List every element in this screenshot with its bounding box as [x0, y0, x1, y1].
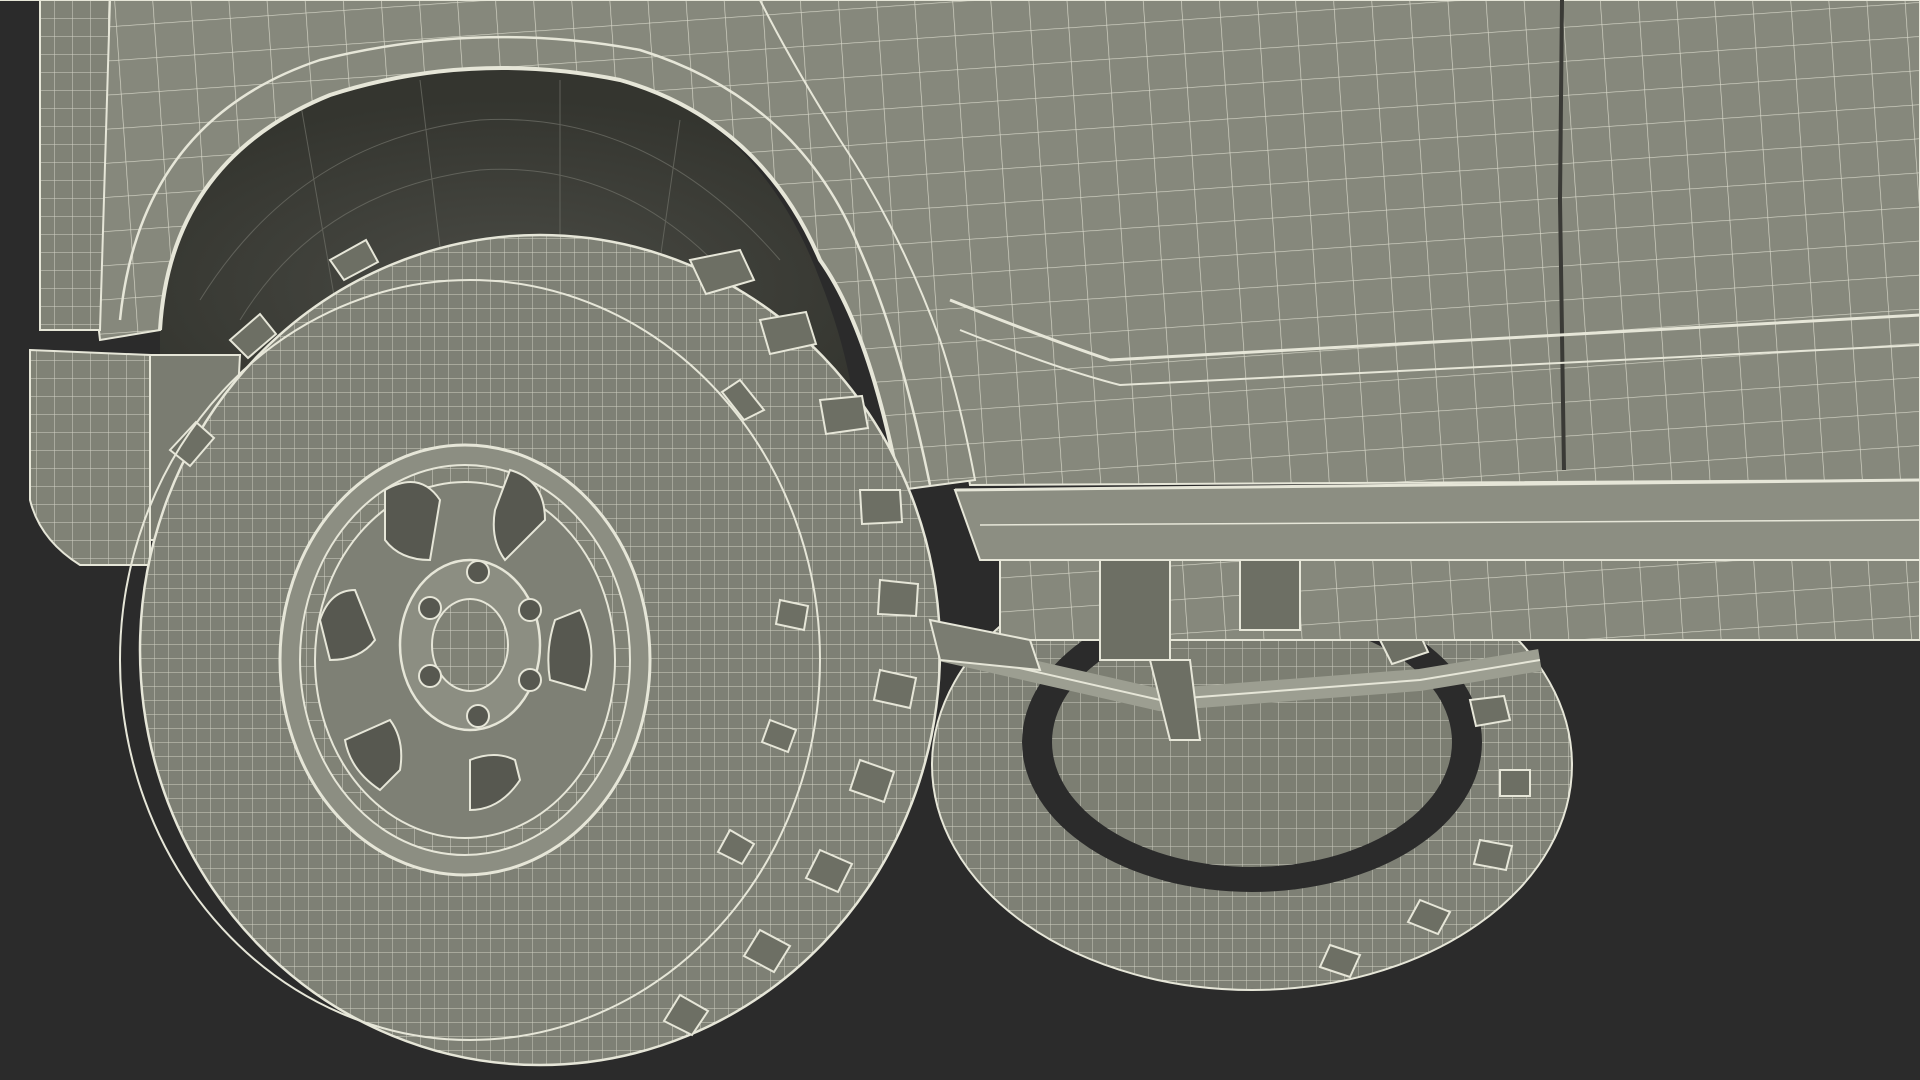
front-wheel-rim	[278, 443, 652, 877]
3d-viewport	[0, 0, 1920, 1080]
rocker-panel	[953, 478, 1920, 561]
wireframe-render	[0, 0, 1920, 1067]
